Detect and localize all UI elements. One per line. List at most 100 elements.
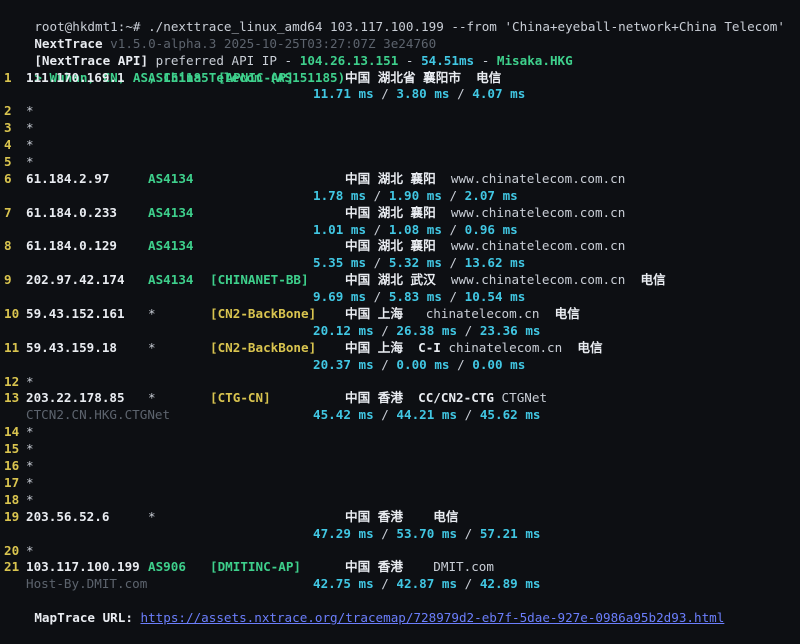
hop-number: 16 <box>4 458 19 475</box>
hop-geo-segment: 中国 上海 <box>345 306 403 321</box>
hop-geo-segment: 中国 湖北省 襄阳市 电信 <box>345 70 501 85</box>
hop-geo-segment: www.chinatelecom.com.cn <box>436 205 626 220</box>
hop-detail-row: CTCN2.CN.HKG.CTGNet 45.42 ms / 44.21 ms /… <box>0 407 800 424</box>
hop-rtt: 9.69 ms / 5.83 ms / 10.54 ms <box>313 289 525 306</box>
rtt-separator: / <box>442 222 465 237</box>
rtt-value: 0.00 ms <box>472 357 525 372</box>
rtt-value: 5.35 ms <box>313 255 366 270</box>
hop-geo: 中国 湖北 武汉 www.chinatelecom.com.cn 电信 <box>345 272 666 289</box>
maptrace-url-link[interactable]: https://assets.nxtrace.org/tracemap/7289… <box>141 610 725 625</box>
hop-rtt: 5.35 ms / 5.32 ms / 13.62 ms <box>313 255 525 272</box>
maptrace-label: MapTrace URL: <box>34 610 140 625</box>
hop-geo-segment: 电信 <box>539 306 579 321</box>
hop-row: 21103.117.100.199AS906[DMITINC-AP]中国 香港 … <box>0 559 800 576</box>
hop-geo-segment: 电信 <box>625 272 665 287</box>
hop-row: 13203.22.178.85*[CTG-CN]中国 香港 CC/CN2-CTG… <box>0 390 800 407</box>
hop-rtt: 42.75 ms / 42.87 ms / 42.89 ms <box>313 576 541 593</box>
hop-number: 18 <box>4 492 19 509</box>
hop-row: 1111.170.169.1AS151185[APNIC-AP]中国 湖北省 襄… <box>0 70 800 87</box>
rtt-value: 2.07 ms <box>465 188 518 203</box>
rtt-separator: / <box>374 526 397 541</box>
rtt-value: 23.36 ms <box>480 323 541 338</box>
rtt-value: 42.89 ms <box>480 576 541 591</box>
hop-row: 19203.56.52.6*中国 香港 电信 <box>0 509 800 526</box>
rtt-separator: / <box>374 407 397 422</box>
hop-asn: * <box>148 390 156 407</box>
hop-asn: * <box>148 340 156 357</box>
hop-ix-tag: [CN2-BackBone] <box>210 340 316 357</box>
hop-row: 14* <box>0 424 800 441</box>
rtt-value: 45.42 ms <box>313 407 374 422</box>
hop-row: 5* <box>0 154 800 171</box>
hop-timeout-star: * <box>26 543 34 560</box>
hop-geo-segment: 中国 湖北 襄阳 <box>345 171 436 186</box>
hop-number: 17 <box>4 475 19 492</box>
rtt-value: 0.96 ms <box>465 222 518 237</box>
hop-geo: 中国 湖北省 襄阳市 电信 <box>345 70 501 87</box>
hop-row: 761.184.0.233AS4134中国 湖北 襄阳 www.chinatel… <box>0 205 800 222</box>
hop-number: 11 <box>4 340 19 357</box>
hop-ix-tag: [CTG-CN] <box>210 390 271 407</box>
hop-geo: 中国 湖北 襄阳 www.chinatelecom.com.cn <box>345 205 625 222</box>
hop-timeout-star: * <box>26 441 34 458</box>
hop-geo-segment: 中国 香港 CC/CN2-CTG <box>345 390 494 405</box>
hop-timeout-star: * <box>26 154 34 171</box>
hop-geo-segment: www.chinatelecom.com.cn <box>436 272 626 287</box>
hop-geo-segment: DMIT.com <box>403 559 494 574</box>
api-status-line: [NextTrace API] preferred API IP - 104.2… <box>0 36 800 53</box>
hop-ip: 103.117.100.199 <box>26 559 140 576</box>
hop-row: 18* <box>0 492 800 509</box>
hop-number: 7 <box>4 205 12 222</box>
rtt-value: 1.78 ms <box>313 188 366 203</box>
hop-detail-row: 1.78 ms / 1.90 ms / 2.07 ms <box>0 188 800 205</box>
trace-source-line: > Wuhan, CN, AS, China Telecom (AS151185… <box>0 53 800 70</box>
rtt-value: 20.12 ms <box>313 323 374 338</box>
hop-geo-segment: 中国 上海 C-I <box>345 340 441 355</box>
hop-detail-row: 1.01 ms / 1.08 ms / 0.96 ms <box>0 222 800 239</box>
rtt-separator: / <box>457 407 480 422</box>
rtt-value: 20.37 ms <box>313 357 374 372</box>
terminal-window: root@hkdmt1:~# ./nexttrace_linux_amd64 1… <box>0 0 800 610</box>
hop-row: 9202.97.42.174AS4134[CHINANET-BB]中国 湖北 武… <box>0 272 800 289</box>
hop-ip: 59.43.152.161 <box>26 306 125 323</box>
rtt-value: 44.21 ms <box>396 407 457 422</box>
hop-hostname: CTCN2.CN.HKG.CTGNet <box>26 407 170 424</box>
hop-number: 3 <box>4 120 12 137</box>
hop-geo-segment: chinatelecom.cn <box>403 306 539 321</box>
rtt-separator: / <box>374 576 397 591</box>
hop-timeout-star: * <box>26 458 34 475</box>
rtt-separator: / <box>442 289 465 304</box>
hop-geo-segment: CTGNet <box>494 390 547 405</box>
hop-rtt: 20.37 ms / 0.00 ms / 0.00 ms <box>313 357 525 374</box>
hop-ip: 111.170.169.1 <box>26 70 125 87</box>
hop-ip: 202.97.42.174 <box>26 272 125 289</box>
hop-row: 16 * <box>0 458 800 475</box>
hop-detail-row: Host-By.DMIT.com42.75 ms / 42.87 ms / 42… <box>0 576 800 593</box>
hop-geo: 中国 湖北 襄阳 www.chinatelecom.com.cn <box>345 238 625 255</box>
hop-ix-tag: [DMITINC-AP] <box>210 559 301 576</box>
hop-row: 1059.43.152.161*[CN2-BackBone]中国 上海 chin… <box>0 306 800 323</box>
command-line: root@hkdmt1:~# ./nexttrace_linux_amd64 1… <box>0 2 800 19</box>
hop-geo-segment: 中国 香港 电信 <box>345 509 458 524</box>
hop-asn: AS4134 <box>148 171 194 188</box>
hop-ip: 61.184.0.233 <box>26 205 117 222</box>
hop-asn: AS4134 <box>148 238 194 255</box>
rtt-separator: / <box>450 357 473 372</box>
hop-detail-row: 11.71 ms / 3.80 ms / 4.07 ms <box>0 86 800 103</box>
hop-ix-tag: [APNIC-AP] <box>218 70 294 87</box>
hop-geo-segment: 中国 湖北 武汉 <box>345 272 436 287</box>
hop-row: 20* <box>0 543 800 560</box>
hop-detail-row: 9.69 ms / 5.83 ms / 10.54 ms <box>0 289 800 306</box>
hop-detail-row: 5.35 ms / 5.32 ms / 13.62 ms <box>0 255 800 272</box>
rtt-separator: / <box>366 255 389 270</box>
rtt-value: 9.69 ms <box>313 289 366 304</box>
hop-ip: 59.43.159.18 <box>26 340 117 357</box>
rtt-value: 10.54 ms <box>465 289 526 304</box>
hop-geo: 中国 香港 电信 <box>345 509 458 526</box>
hop-number: 15 <box>4 441 19 458</box>
hop-geo: 中国 香港 DMIT.com <box>345 559 494 576</box>
hop-row: 1159.43.159.18*[CN2-BackBone]中国 上海 C-I c… <box>0 340 800 357</box>
hop-number: 14 <box>4 424 19 441</box>
hop-row: 12* <box>0 374 800 391</box>
maptrace-line: MapTrace URL: https://assets.nxtrace.org… <box>0 593 800 610</box>
